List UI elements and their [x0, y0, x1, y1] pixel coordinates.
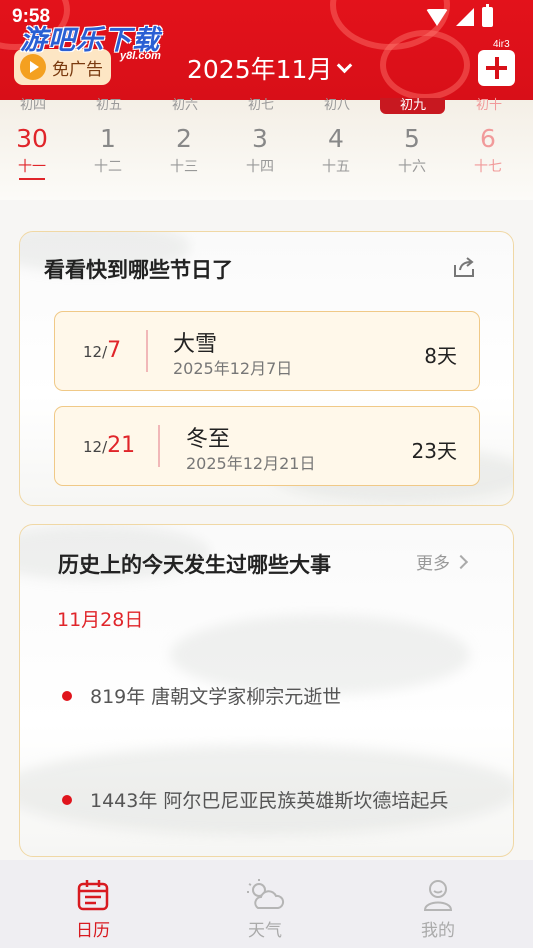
day-cell[interactable]: 30 十一: [2, 124, 62, 180]
nav-tab-weather[interactable]: 天气: [235, 878, 295, 941]
more-link[interactable]: 更多: [416, 549, 469, 574]
bullet-dot: [62, 794, 72, 805]
play-icon: [20, 54, 46, 80]
bullet-dot: [62, 690, 72, 701]
bottom-navigation: 日历 天气 我的: [0, 860, 533, 948]
signal-icon: [456, 8, 474, 26]
lunar-date: 十三: [170, 159, 198, 175]
divider: [146, 330, 148, 372]
divider: [158, 425, 160, 467]
day-number: 3: [252, 124, 268, 153]
share-icon[interactable]: [452, 256, 476, 278]
app-header: 9:58 免广告 游吧乐下载 y8l.com 2025年11月 4ir3: [0, 0, 533, 100]
cloud-decoration: [380, 30, 470, 100]
partial-lunar-label: 初八: [323, 98, 350, 113]
festival-date: 12/21: [83, 433, 136, 458]
upcoming-festivals-card: 看看快到哪些节日了 12/7 大雪 2025年12月7日 8天 12/21 冬至…: [19, 231, 514, 506]
wifi-icon: [426, 8, 448, 26]
nav-label: 日历: [76, 921, 110, 941]
lunar-date: 十七: [474, 159, 502, 175]
history-title: 历史上的今天发生过哪些大事: [58, 553, 331, 577]
history-date: 11月28日: [57, 609, 144, 631]
festival-item[interactable]: 12/21 冬至 2025年12月21日 23天: [54, 406, 480, 486]
previous-week-row: 初四 初五 初六 初七 初八 初九 初十: [0, 94, 533, 113]
ad-free-label: 免广告: [52, 59, 103, 80]
partial-lunar-label: 初七: [247, 98, 274, 113]
today-indicator: [19, 178, 45, 180]
add-badge: 4ir3: [493, 39, 510, 50]
partial-lunar-label: 初五: [95, 98, 122, 113]
battery-icon: [482, 4, 493, 27]
festival-full-date: 2025年12月21日: [186, 454, 316, 473]
day-number: 2: [176, 124, 192, 153]
chevron-right-icon: [453, 554, 469, 569]
more-label: 更多: [416, 554, 450, 574]
days-remaining: 23天: [411, 439, 457, 463]
festivals-title: 看看快到哪些节日了: [44, 258, 233, 282]
day-cell[interactable]: 3 十四: [230, 124, 290, 176]
nav-tab-profile[interactable]: 我的: [408, 878, 468, 941]
day-cell[interactable]: 1 十二: [78, 124, 138, 176]
festival-item[interactable]: 12/7 大雪 2025年12月7日 8天: [54, 311, 480, 391]
nav-tab-calendar[interactable]: 日历: [63, 878, 123, 941]
day-number: 6: [480, 124, 496, 153]
day-number: 5: [404, 124, 420, 153]
history-event[interactable]: 819年 唐朝文学家柳宗元逝世: [62, 682, 341, 709]
days-remaining: 8天: [424, 344, 457, 368]
partial-lunar-label: 初四: [19, 98, 46, 113]
event-text: 1443年 阿尔巴尼亚民族英雄斯坎德培起兵: [90, 790, 449, 812]
nav-label: 天气: [248, 921, 282, 941]
day-cell[interactable]: 4 十五: [306, 124, 366, 176]
weather-icon: [247, 879, 285, 909]
partial-lunar-label: 初九: [399, 98, 426, 113]
lunar-date: 十五: [322, 159, 350, 175]
calendar-icon: [77, 880, 109, 911]
month-label: 2025年11月: [187, 55, 333, 84]
day-number: 1: [100, 124, 116, 153]
partial-lunar-label: 初十: [475, 98, 502, 113]
history-today-card: 历史上的今天发生过哪些大事 更多 11月28日 819年 唐朝文学家柳宗元逝世 …: [19, 524, 514, 857]
lunar-date: 十四: [246, 159, 274, 175]
day-cell[interactable]: 6 十七: [458, 124, 518, 176]
history-event[interactable]: 1443年 阿尔巴尼亚民族英雄斯坎德培起兵: [62, 786, 448, 813]
watermark-url: y8l.com: [120, 50, 161, 62]
partial-lunar-label: 初六: [171, 98, 198, 113]
festival-date: 12/7: [83, 338, 122, 363]
festival-name: 大雪: [173, 332, 218, 357]
day-cell[interactable]: 2 十三: [154, 124, 214, 176]
profile-icon: [423, 880, 453, 911]
day-number: 30: [16, 124, 48, 153]
lunar-date: 十二: [94, 159, 122, 175]
day-cell[interactable]: 5 十六: [382, 124, 442, 176]
event-text: 819年 唐朝文学家柳宗元逝世: [90, 686, 342, 708]
festival-name: 冬至: [186, 427, 231, 452]
chevron-down-icon: [337, 57, 353, 73]
festival-full-date: 2025年12月7日: [173, 359, 293, 378]
lunar-date: 十一: [18, 159, 46, 175]
day-number: 4: [328, 124, 344, 153]
week-strip: 初四 初五 初六 初七 初八 初九 初十 30 十一 1 十二 2 十三 3 十…: [0, 98, 533, 200]
lunar-date: 十六: [398, 159, 426, 175]
nav-label: 我的: [421, 921, 455, 941]
add-button[interactable]: [478, 50, 515, 86]
month-selector[interactable]: 2025年11月: [187, 50, 353, 86]
